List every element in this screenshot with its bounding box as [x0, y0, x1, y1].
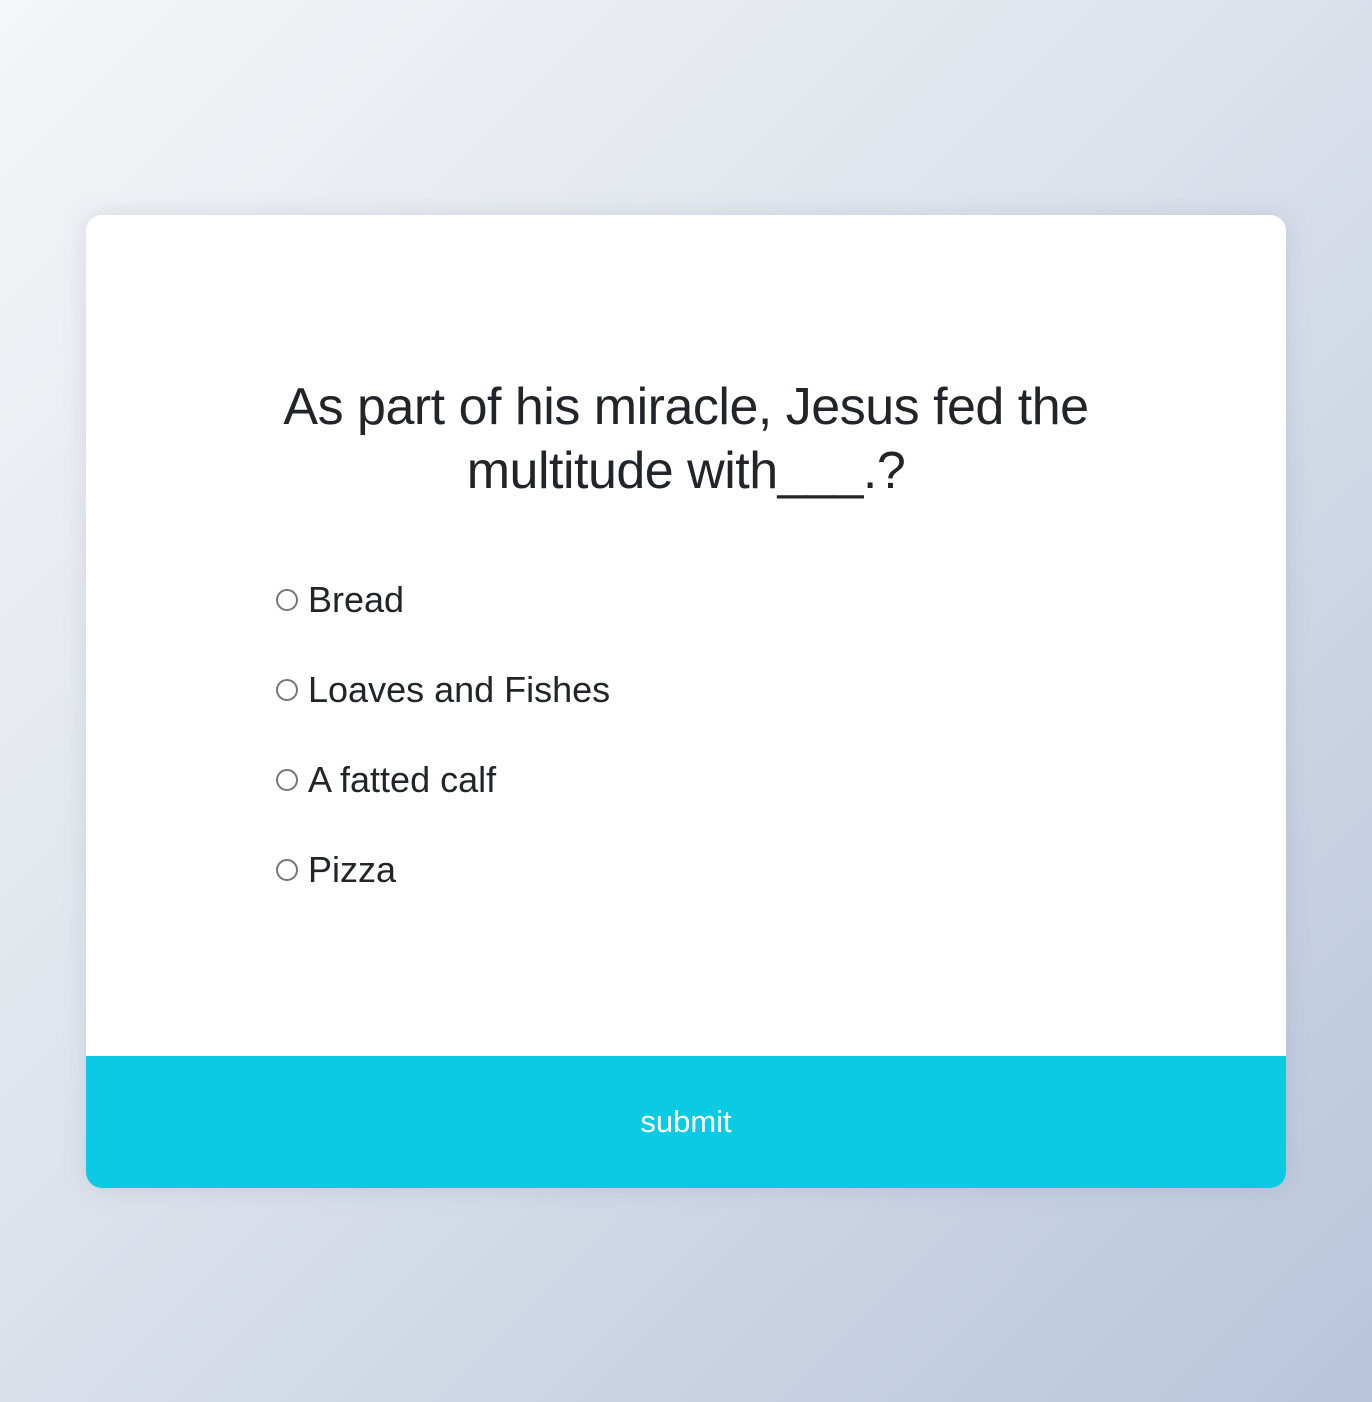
- answer-radio-bread[interactable]: [276, 589, 298, 611]
- answer-radio-fatted-calf[interactable]: [276, 769, 298, 791]
- answer-radio-pizza[interactable]: [276, 859, 298, 881]
- answer-list: Bread Loaves and Fishes A fatted calf Pi…: [246, 555, 1126, 915]
- quiz-card: As part of his miracle, Jesus fed the mu…: [86, 215, 1286, 1188]
- answer-label-fatted-calf[interactable]: A fatted calf: [308, 762, 496, 798]
- answer-option-pizza: Pizza: [276, 825, 1126, 915]
- answer-label-pizza[interactable]: Pizza: [308, 852, 396, 888]
- answer-option-fatted-calf: A fatted calf: [276, 735, 1126, 825]
- question-text: As part of his miracle, Jesus fed the mu…: [283, 378, 1089, 500]
- quiz-header: As part of his miracle, Jesus fed the mu…: [86, 215, 1286, 915]
- submit-button[interactable]: submit: [86, 1056, 1286, 1188]
- answer-label-loaves-and-fishes[interactable]: Loaves and Fishes: [308, 672, 610, 708]
- answer-option-bread: Bread: [276, 555, 1126, 645]
- answer-label-bread[interactable]: Bread: [308, 582, 404, 618]
- answer-option-loaves-and-fishes: Loaves and Fishes: [276, 645, 1126, 735]
- answer-radio-loaves-and-fishes[interactable]: [276, 679, 298, 701]
